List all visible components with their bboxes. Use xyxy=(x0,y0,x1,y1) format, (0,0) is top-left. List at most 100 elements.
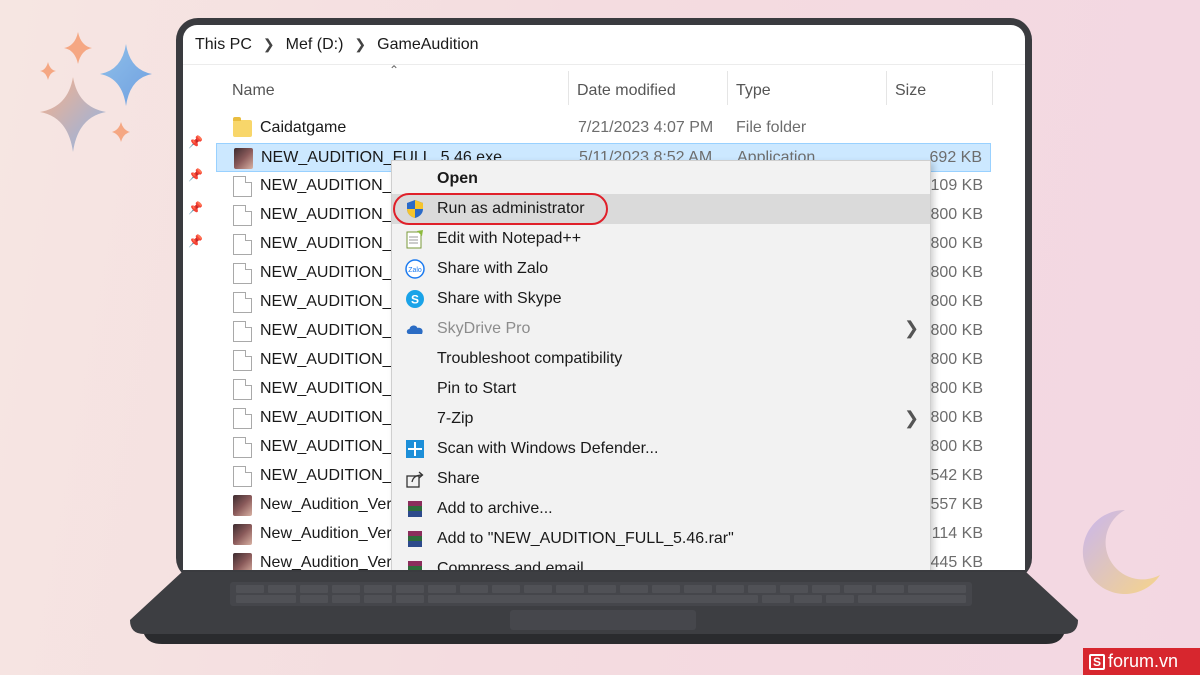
breadcrumb: This PC ❯ Mef (D:) ❯ GameAudition xyxy=(183,25,1025,65)
column-header-size[interactable]: Size xyxy=(895,71,926,111)
file-row[interactable]: Caidatgame 7/21/2023 4:07 PM File folder xyxy=(216,114,991,143)
file-size: ,800 KB xyxy=(926,293,983,310)
winrar-icon xyxy=(408,561,422,570)
zalo-icon: Zalo xyxy=(405,259,425,279)
column-divider[interactable] xyxy=(992,71,993,105)
file-size: ,800 KB xyxy=(926,322,983,339)
file-size: 692 KB xyxy=(929,149,982,166)
pin-icon: 📌 xyxy=(188,234,203,248)
file-size: ,542 KB xyxy=(926,467,983,484)
column-divider[interactable] xyxy=(568,71,569,105)
forum-logo: S forum.vn xyxy=(1083,648,1200,675)
file-icon xyxy=(233,205,252,226)
skydrive-icon xyxy=(406,325,423,334)
chevron-right-icon[interactable]: ❯ xyxy=(347,36,373,53)
column-header-date[interactable]: Date modified xyxy=(577,71,676,111)
menu-item-scan-defender[interactable]: Scan with Windows Defender... xyxy=(392,434,930,464)
file-name: New_Audition_Vers xyxy=(260,525,400,542)
file-icon xyxy=(233,350,252,371)
share-icon xyxy=(406,471,424,488)
pin-icon: 📌 xyxy=(188,135,203,149)
menu-item-share[interactable]: Share xyxy=(392,464,930,494)
file-name: NEW_AUDITION_FU xyxy=(260,264,413,281)
pin-icon: 📌 xyxy=(188,168,203,182)
svg-text:Zalo: Zalo xyxy=(408,267,422,274)
winrar-icon xyxy=(408,501,422,517)
menu-item-edit-notepad[interactable]: Edit with Notepad++ xyxy=(392,224,930,254)
sort-ascending-icon: ⌃ xyxy=(389,63,400,77)
column-header-type[interactable]: Type xyxy=(736,71,771,111)
file-type: File folder xyxy=(736,119,807,136)
file-name: New_Audition_Vers xyxy=(260,496,400,513)
moon-decoration xyxy=(1082,509,1160,594)
file-name: NEW_AUDITION_FU xyxy=(260,380,413,397)
file-name: New_Audition_Vers xyxy=(260,554,400,570)
notepad-plus-plus-icon xyxy=(406,230,423,249)
windows-defender-icon xyxy=(406,440,424,458)
winrar-icon xyxy=(408,531,422,547)
laptop-keyboard-base xyxy=(130,572,1078,644)
file-date: 7/21/2023 4:07 PM xyxy=(578,119,714,136)
menu-item-add-to-archive[interactable]: Add to archive... xyxy=(392,494,930,524)
file-name: NEW_AUDITION_FU xyxy=(260,351,413,368)
file-size: 445 KB xyxy=(930,554,983,570)
file-name: NEW_AUDITION_FU xyxy=(260,409,413,426)
file-name: NEW_AUDITION_FU xyxy=(260,235,413,252)
app-icon xyxy=(233,495,252,516)
file-name: NEW_AUDITION_FU xyxy=(260,293,413,310)
file-name: NEW_AUDITION_FU xyxy=(260,322,413,339)
skype-icon: S xyxy=(406,290,424,308)
file-name: Caidatgame xyxy=(260,119,347,136)
file-size: ,800 KB xyxy=(926,438,983,455)
shield-icon xyxy=(407,200,423,218)
file-icon xyxy=(233,321,252,342)
file-icon xyxy=(233,408,252,429)
file-icon xyxy=(233,176,252,197)
app-icon xyxy=(233,553,252,570)
file-size: ,800 KB xyxy=(926,380,983,397)
column-divider[interactable] xyxy=(727,71,728,105)
app-icon xyxy=(234,148,253,169)
file-size: ,800 KB xyxy=(926,235,983,252)
file-size: ,114 KB xyxy=(927,525,983,542)
app-icon xyxy=(233,524,252,545)
breadcrumb-this-pc[interactable]: This PC xyxy=(191,36,256,54)
menu-item-add-to-rar[interactable]: Add to "NEW_AUDITION_FULL_5.46.rar" xyxy=(392,524,930,554)
chevron-right-icon[interactable]: ❯ xyxy=(256,36,282,53)
file-explorer-window: This PC ❯ Mef (D:) ❯ GameAudition ⌃ Name… xyxy=(183,25,1025,570)
menu-item-share-zalo[interactable]: Zalo Share with Zalo xyxy=(392,254,930,284)
menu-item-pin-to-start[interactable]: Pin to Start xyxy=(392,374,930,404)
logo-text: forum.vn xyxy=(1108,651,1179,671)
menu-item-run-as-administrator[interactable]: Run as administrator xyxy=(392,193,930,225)
svg-text:S: S xyxy=(411,293,419,307)
file-icon xyxy=(233,292,252,313)
menu-item-7zip[interactable]: 7-Zip ❯ xyxy=(392,404,930,434)
file-size: ,800 KB xyxy=(926,409,983,426)
file-name: NEW_AUDITION_FU xyxy=(260,467,413,484)
file-icon xyxy=(233,466,252,487)
file-name: NEW_AUDITION_FU xyxy=(260,438,413,455)
file-icon xyxy=(233,437,252,458)
logo-mark: S xyxy=(1089,653,1105,670)
file-icon xyxy=(233,263,252,284)
column-divider[interactable] xyxy=(886,71,887,105)
file-name: NEW_AUDITION_FU xyxy=(260,206,413,223)
file-size: ,800 KB xyxy=(926,264,983,281)
file-size: ,800 KB xyxy=(926,206,983,223)
menu-item-open[interactable]: Open xyxy=(392,164,930,194)
column-header-name[interactable]: Name xyxy=(232,71,275,111)
menu-item-skydrive-pro[interactable]: SkyDrive Pro ❯ xyxy=(392,314,930,344)
submenu-arrow-icon: ❯ xyxy=(904,318,920,338)
file-icon xyxy=(233,234,252,255)
breadcrumb-drive[interactable]: Mef (D:) xyxy=(282,36,348,54)
file-icon xyxy=(233,379,252,400)
menu-item-compress-email[interactable]: Compress and email... xyxy=(392,554,930,570)
sparkles-decoration xyxy=(40,32,152,152)
menu-item-share-skype[interactable]: S Share with Skype xyxy=(392,284,930,314)
submenu-arrow-icon: ❯ xyxy=(904,408,920,428)
menu-item-troubleshoot[interactable]: Troubleshoot compatibility xyxy=(392,344,930,374)
file-size: ,800 KB xyxy=(926,351,983,368)
file-name: NEW_AUDITION_FU xyxy=(260,177,413,194)
pin-icon: 📌 xyxy=(188,201,203,215)
breadcrumb-folder[interactable]: GameAudition xyxy=(373,36,482,54)
